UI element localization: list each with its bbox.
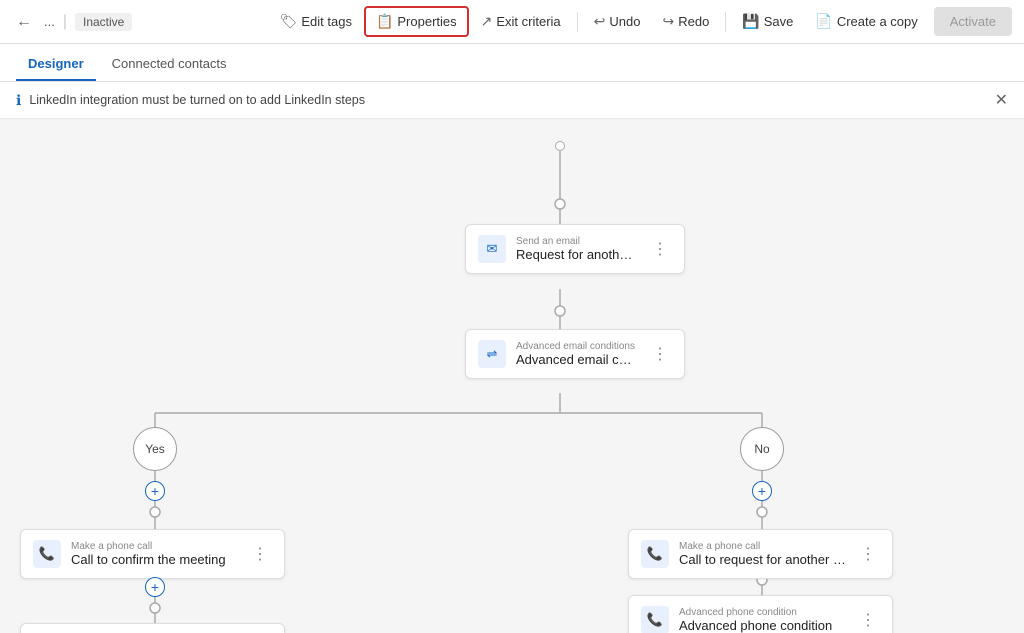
call-confirm-content: Make a phone call Call to confirm the me… xyxy=(71,541,238,567)
banner-message: LinkedIn integration must be turned on t… xyxy=(29,93,365,107)
undo-icon: ↩ xyxy=(594,13,606,30)
share-meeting-node[interactable]: ✔ Complete a task Share meeting details … xyxy=(20,623,285,633)
edit-tags-button[interactable]: 🏷 Edit tags xyxy=(270,7,362,36)
toolbar: ← ... | Inactive 🏷 Edit tags 📋 Propertie… xyxy=(0,0,1024,44)
no-decision-node: No xyxy=(740,427,784,471)
exit-criteria-icon: ↗ xyxy=(481,13,493,30)
yes-add-button[interactable]: + xyxy=(145,481,165,501)
copy-icon: 📄 xyxy=(815,13,832,30)
properties-icon: 📋 xyxy=(376,13,393,30)
send-email-node[interactable]: ✉ Send an email Request for another meet… xyxy=(465,224,685,274)
send-email-menu[interactable]: ⋮ xyxy=(648,237,672,261)
phone-icon-confirm: 📞 xyxy=(33,540,61,568)
top-connector-dot xyxy=(555,141,565,151)
info-icon: ℹ xyxy=(16,92,21,109)
send-email-content: Send an email Request for another meetin… xyxy=(516,236,638,262)
phone-icon-request: 📞 xyxy=(641,540,669,568)
yes-add-button-2[interactable]: + xyxy=(145,577,165,597)
send-email-label: Send an email xyxy=(516,236,638,247)
condition-icon: ⇌ xyxy=(478,340,506,368)
advanced-phone-label: Advanced phone condition xyxy=(679,607,846,618)
redo-button[interactable]: ↪ Redo xyxy=(652,7,719,36)
call-request-title: Call to request for another meeting xyxy=(679,552,846,567)
advanced-email-content: Advanced email conditions Advanced email… xyxy=(516,341,638,367)
toolbar-actions: 🏷 Edit tags 📋 Properties ↗ Exit criteria… xyxy=(270,6,1012,37)
tag-icon: 🏷 xyxy=(280,13,298,30)
call-confirm-menu[interactable]: ⋮ xyxy=(248,542,272,566)
advanced-email-label: Advanced email conditions xyxy=(516,341,638,352)
canvas-inner: ✉ Send an email Request for another meet… xyxy=(0,119,1024,633)
call-request-label: Make a phone call xyxy=(679,541,846,552)
save-button[interactable]: 💾 Save xyxy=(732,7,803,36)
create-copy-button[interactable]: 📄 Create a copy xyxy=(805,7,927,36)
call-confirm-title: Call to confirm the meeting xyxy=(71,552,238,567)
divider2 xyxy=(725,12,726,32)
advanced-email-title: Advanced email conditions xyxy=(516,352,638,367)
toolbar-left: ← ... | Inactive xyxy=(12,9,266,35)
tabbar: Designer Connected contacts xyxy=(0,44,1024,82)
advanced-phone-content: Advanced phone condition Advanced phone … xyxy=(679,607,846,633)
email-icon: ✉ xyxy=(478,235,506,263)
status-badge: Inactive xyxy=(75,13,132,31)
phone-condition-icon: 📞 xyxy=(641,606,669,633)
tab-designer[interactable]: Designer xyxy=(16,48,96,81)
call-confirm-label: Make a phone call xyxy=(71,541,238,552)
advanced-email-node[interactable]: ⇌ Advanced email conditions Advanced ema… xyxy=(465,329,685,379)
divider xyxy=(577,12,578,32)
advanced-phone-node[interactable]: 📞 Advanced phone condition Advanced phon… xyxy=(628,595,893,633)
save-icon: 💾 xyxy=(742,13,759,30)
info-banner: ℹ LinkedIn integration must be turned on… xyxy=(0,82,1024,119)
call-confirm-node[interactable]: 📞 Make a phone call Call to confirm the … xyxy=(20,529,285,579)
properties-button[interactable]: 📋 Properties xyxy=(364,6,469,37)
advanced-email-menu[interactable]: ⋮ xyxy=(648,342,672,366)
back-button[interactable]: ← xyxy=(12,9,36,35)
advanced-phone-menu[interactable]: ⋮ xyxy=(856,608,880,632)
advanced-phone-title: Advanced phone condition xyxy=(679,618,846,633)
tab-connected-contacts[interactable]: Connected contacts xyxy=(100,48,239,81)
separator: | xyxy=(63,13,67,31)
no-add-button[interactable]: + xyxy=(752,481,772,501)
yes-decision-node: Yes xyxy=(133,427,177,471)
close-banner-button[interactable]: ✕ xyxy=(995,90,1008,110)
call-request-content: Make a phone call Call to request for an… xyxy=(679,541,846,567)
redo-icon: ↪ xyxy=(662,13,674,30)
canvas[interactable]: ✉ Send an email Request for another meet… xyxy=(0,119,1024,633)
call-request-node[interactable]: 📞 Make a phone call Call to request for … xyxy=(628,529,893,579)
activate-button[interactable]: Activate xyxy=(934,7,1012,36)
send-email-title: Request for another meeting xyxy=(516,247,638,262)
breadcrumb: ... xyxy=(44,14,55,29)
exit-criteria-button[interactable]: ↗ Exit criteria xyxy=(471,7,571,36)
call-request-menu[interactable]: ⋮ xyxy=(856,542,880,566)
undo-button[interactable]: ↩ Undo xyxy=(584,7,651,36)
